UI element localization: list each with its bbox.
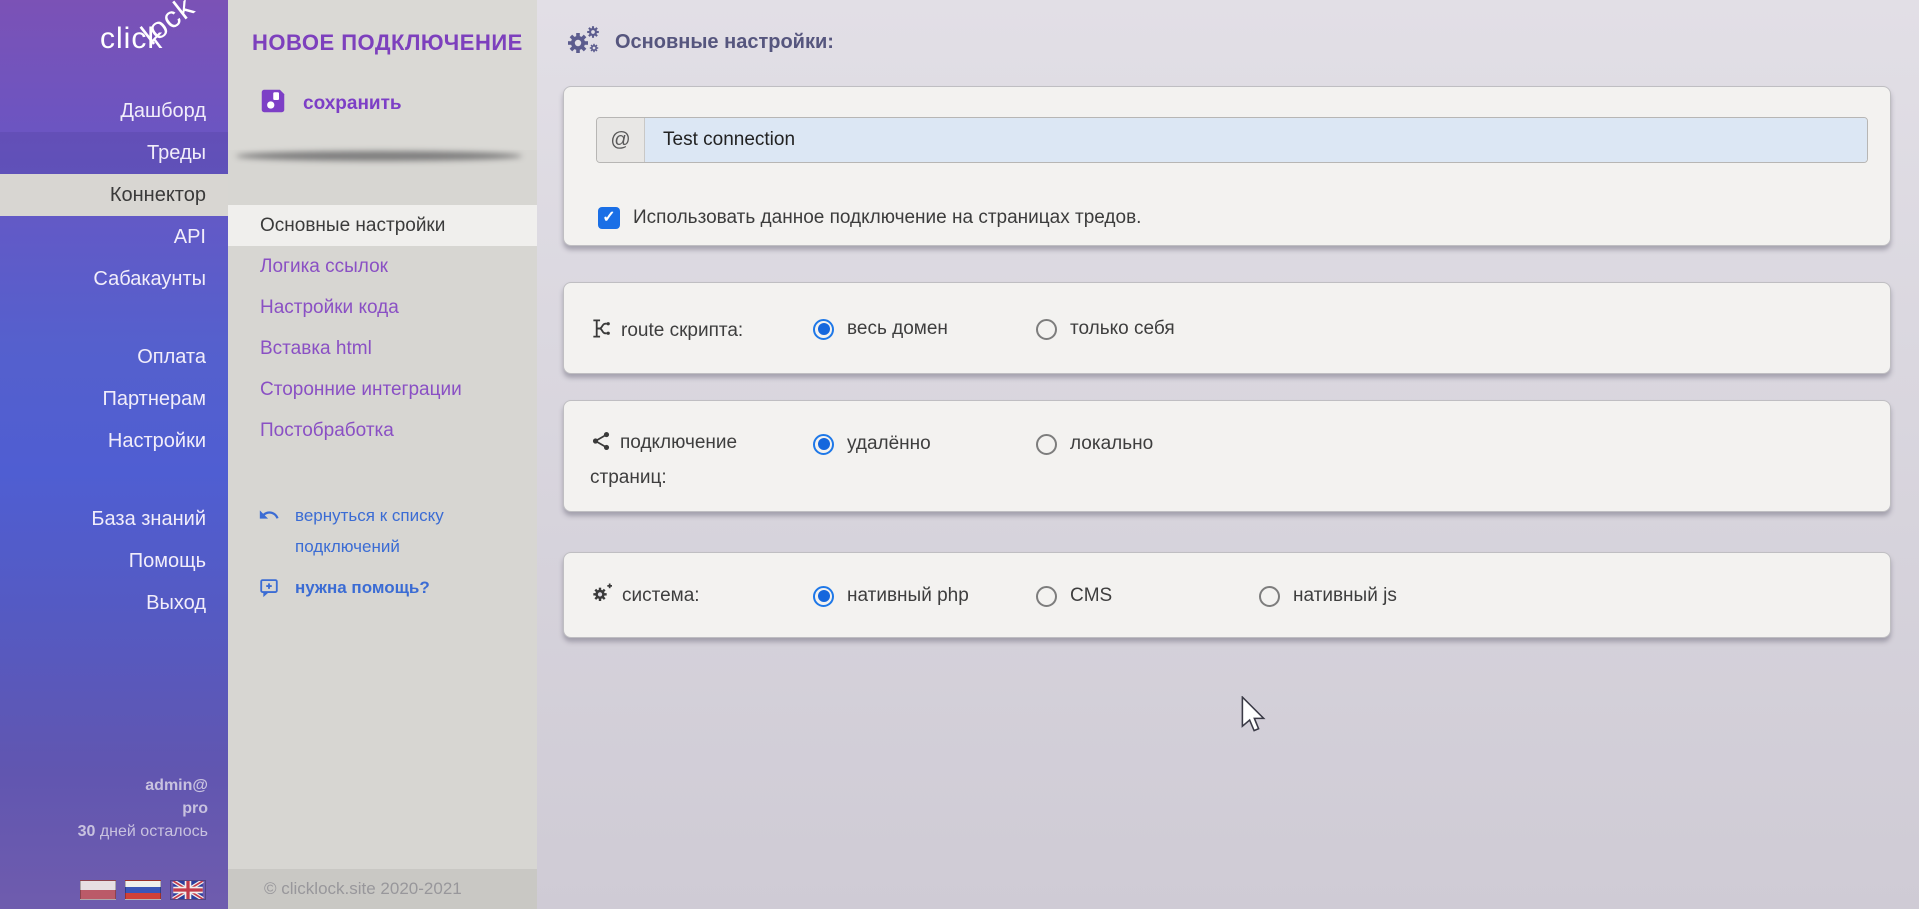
radio-label: удалённо: [847, 433, 931, 455]
connection-name-card: @ Использовать данное подключение на стр…: [563, 86, 1891, 246]
panel-menu-item-postprocessing[interactable]: Постобработка: [228, 410, 537, 451]
account-info: admin@ pro 30 дней осталось: [0, 774, 228, 843]
account-plan: pro: [0, 797, 208, 820]
undo-arrow-icon: [258, 504, 280, 562]
radio-native-js[interactable]: нативный js: [1259, 584, 1397, 608]
radio-label: весь домен: [847, 318, 948, 340]
clicklock-logo[interactable]: clicklock: [100, 22, 221, 56]
panel-menu-item-main-settings[interactable]: Основные настройки: [228, 205, 537, 246]
radio-unselected-icon[interactable]: [1259, 586, 1280, 607]
nav-gap: [0, 462, 228, 498]
help-link-label: нужна помощь?: [295, 572, 430, 608]
radio-label: CMS: [1070, 585, 1112, 607]
sidebar-item-payment[interactable]: Оплата: [0, 336, 228, 378]
at-prefix: @: [597, 118, 645, 162]
sidebar-item-dashboard[interactable]: Дашборд: [0, 90, 228, 132]
sidebar-item-subaccounts[interactable]: Сабакаунты: [0, 258, 228, 300]
nav-gap: [0, 300, 228, 336]
back-to-connections-link[interactable]: вернуться к спискуподключений: [258, 500, 508, 562]
checkbox-label: Использовать данное подключение на стран…: [633, 207, 1141, 229]
panel-menu-item-integrations[interactable]: Сторонние интеграции: [228, 369, 537, 410]
radio-local[interactable]: локально: [1036, 432, 1153, 456]
account-days-left: 30 дней осталось: [0, 820, 208, 843]
radio-cms[interactable]: CMS: [1036, 584, 1112, 608]
radio-label: нативный php: [847, 585, 969, 607]
radio-label: локально: [1070, 433, 1153, 455]
main-content: Основные настройки: @ Использовать данно…: [537, 0, 1919, 909]
gear-icon: [590, 581, 614, 615]
sidebar-item-knowledge-base[interactable]: База знаний: [0, 498, 228, 540]
checkbox-checked-icon[interactable]: [598, 207, 620, 229]
save-icon: [258, 86, 288, 122]
radio-unselected-icon[interactable]: [1036, 586, 1057, 607]
sidebar-nav: Дашборд Треды Коннектор API Сабакаунты О…: [0, 90, 228, 624]
radio-native-php[interactable]: нативный php: [813, 584, 969, 608]
panel-links: вернуться к спискуподключений нужна помо…: [258, 500, 508, 618]
account-email: admin@: [0, 774, 208, 797]
language-switcher: [80, 880, 206, 900]
radio-selected-icon[interactable]: [813, 586, 834, 607]
panel-menu-item-link-logic[interactable]: Логика ссылок: [228, 246, 537, 287]
panel-title: НОВОЕ ПОДКЛЮЧЕНИЕ: [252, 30, 523, 56]
panel-menu: Основные настройки Логика ссылок Настрой…: [228, 205, 537, 451]
connection-panel: НОВОЕ ПОДКЛЮЧЕНИЕ сохранить Основные нас…: [228, 0, 537, 909]
back-link-label: вернуться к спискуподключений: [295, 500, 444, 562]
pages-connection-label: подключение страниц:: [590, 427, 768, 493]
share-icon: [590, 430, 612, 462]
system-label: система:: [590, 580, 700, 615]
save-button[interactable]: сохранить: [258, 86, 402, 122]
system-card: система: нативный php CMS нативный js: [563, 552, 1891, 638]
sidebar-item-partners[interactable]: Партнерам: [0, 378, 228, 420]
panel-footer: © clicklock.site 2020-2021: [228, 869, 537, 909]
connection-name-group: @: [596, 117, 1868, 163]
radio-label: нативный js: [1293, 585, 1397, 607]
sidebar-item-threads[interactable]: Треды: [0, 132, 228, 174]
route-icon: [590, 317, 613, 350]
sidebar-item-settings[interactable]: Настройки: [0, 420, 228, 462]
panel-menu-item-html-insert[interactable]: Вставка html: [228, 328, 537, 369]
use-on-threads-checkbox-row[interactable]: Использовать данное подключение на стран…: [598, 207, 1141, 229]
add-comment-icon: [258, 576, 280, 608]
radio-only-self[interactable]: только себя: [1036, 317, 1175, 341]
gears-icon: [565, 22, 601, 63]
uk-flag-icon[interactable]: [170, 880, 206, 900]
sidebar-item-api[interactable]: API: [0, 216, 228, 258]
page-heading: Основные настройки:: [565, 22, 834, 63]
script-route-label: route скрипта:: [590, 315, 743, 350]
panel-divider: [236, 151, 522, 161]
panel-header: НОВОЕ ПОДКЛЮЧЕНИЕ сохранить: [228, 0, 537, 150]
poland-flag-icon[interactable]: [80, 880, 116, 900]
radio-unselected-icon[interactable]: [1036, 319, 1057, 340]
sidebar: clicklock Дашборд Треды Коннектор API Са…: [0, 0, 228, 909]
page-title: Основные настройки:: [615, 31, 834, 54]
radio-label: только себя: [1070, 318, 1175, 340]
russia-flag-icon[interactable]: [125, 880, 161, 900]
sidebar-item-connector[interactable]: Коннектор: [0, 174, 228, 216]
radio-selected-icon[interactable]: [813, 434, 834, 455]
pages-connection-card: подключение страниц: удалённо локально: [563, 400, 1891, 512]
sidebar-item-help[interactable]: Помощь: [0, 540, 228, 582]
save-button-label: сохранить: [303, 93, 402, 115]
panel-menu-item-code-settings[interactable]: Настройки кода: [228, 287, 537, 328]
radio-whole-domain[interactable]: весь домен: [813, 317, 948, 341]
sidebar-item-logout[interactable]: Выход: [0, 582, 228, 624]
connection-name-input[interactable]: [645, 118, 1867, 162]
script-route-card: route скрипта: весь домен только себя: [563, 282, 1891, 374]
radio-remote[interactable]: удалённо: [813, 432, 931, 456]
radio-unselected-icon[interactable]: [1036, 434, 1057, 455]
radio-selected-icon[interactable]: [813, 319, 834, 340]
need-help-link[interactable]: нужна помощь?: [258, 572, 508, 608]
